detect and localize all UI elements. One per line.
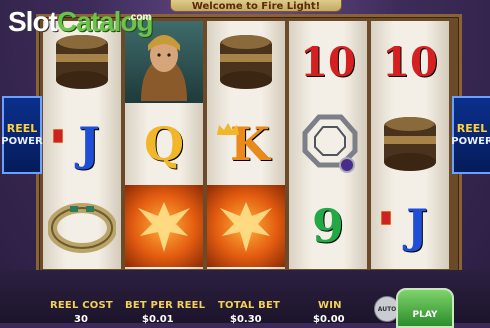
bet-per-reel-value[interactable]: $0.01 (142, 314, 174, 325)
reel-power-badge-left: REEL POWER (1, 96, 43, 174)
reel-4: 10 9 (289, 21, 367, 269)
win-value: $0.00 (313, 314, 345, 325)
symbol-phoenix (207, 185, 285, 267)
symbol-drum (207, 21, 285, 103)
reel-cost-label: REEL COST (50, 300, 113, 311)
reel-1: J (43, 21, 121, 269)
symbol-j: J (43, 103, 121, 185)
reel-power-badge-right: REEL POWER (451, 96, 490, 174)
total-bet-value: $0.30 (230, 314, 262, 325)
symbol-j: J (371, 185, 449, 267)
reel-2: Q (125, 21, 203, 269)
slotcatalog-watermark: SlotCatalog .com (8, 6, 154, 37)
symbol-phoenix (125, 185, 203, 267)
symbol-k: K (207, 103, 285, 185)
welcome-banner: Welcome to Fire Light! (170, 0, 342, 12)
reel-cost-value: 30 (74, 314, 88, 325)
reel-3: K (207, 21, 285, 269)
symbol-bracelet (43, 185, 121, 267)
welcome-text: Welcome to Fire Light! (191, 0, 321, 12)
reel-5: 10 J (371, 21, 449, 269)
reel-frame: J Q K 10 9 10 J (36, 14, 462, 276)
symbol-q: Q (143, 117, 185, 171)
symbol-amulet (289, 103, 367, 185)
play-button[interactable]: PLAY (396, 288, 454, 328)
bet-per-reel-label: BET PER REEL (125, 300, 206, 311)
symbol-9: 9 (311, 199, 344, 253)
symbol-10: 10 (382, 38, 438, 86)
symbol-drum (371, 103, 449, 185)
total-bet-label: TOTAL BET (218, 300, 281, 311)
win-label: WIN (318, 300, 342, 311)
symbol-10: 10 (300, 38, 356, 86)
